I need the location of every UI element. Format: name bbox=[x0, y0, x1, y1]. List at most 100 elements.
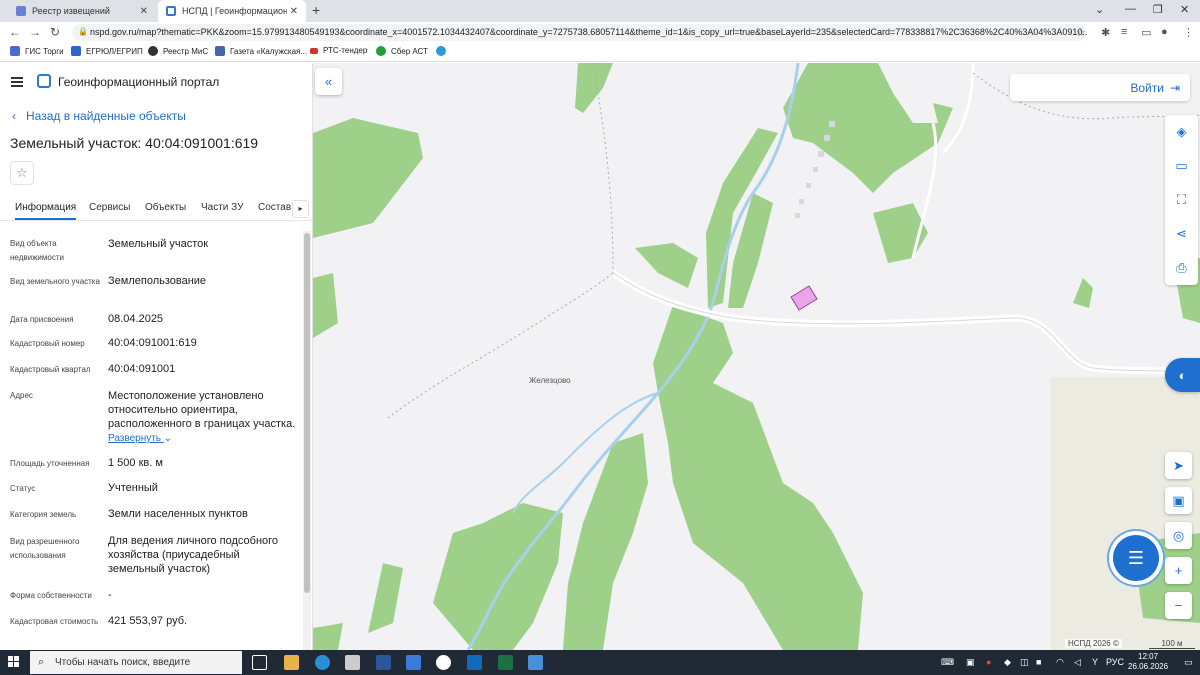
field-value: - bbox=[108, 589, 112, 601]
calculator-icon[interactable] bbox=[528, 655, 543, 670]
back-arrow-icon[interactable]: ← bbox=[9, 25, 21, 39]
new-tab-icon[interactable]: + bbox=[312, 2, 320, 18]
bookmark-egrul[interactable]: ЕГРЮЛ/ЕГРИП bbox=[71, 46, 143, 56]
bookmark-extra[interactable] bbox=[436, 46, 451, 56]
playlist-icon[interactable]: ≡ bbox=[1121, 26, 1127, 38]
bookmark-rts-tender[interactable]: РТС-тендер bbox=[310, 46, 367, 55]
profile-avatar-icon[interactable]: ● bbox=[1161, 26, 1168, 38]
close-window-icon[interactable]: ✕ bbox=[1180, 3, 1189, 16]
forest-patch bbox=[313, 118, 423, 238]
field-value: Землепользование bbox=[108, 275, 207, 287]
tray-app-icon[interactable]: ▣ bbox=[966, 657, 975, 668]
bookmark-gazeta[interactable]: Газета «Калужская... bbox=[215, 46, 307, 56]
tray-app-icon[interactable]: ■ bbox=[1036, 657, 1041, 667]
minimize-icon[interactable]: — bbox=[1125, 3, 1136, 15]
map-canvas[interactable]: « Железцово Войти ⇥ ◈ ▭ ⛶ ⋖ ⎙ ◐ ➤ ▣ ◎ + … bbox=[313, 63, 1200, 650]
tab-services[interactable]: Сервисы bbox=[89, 202, 130, 213]
excel-icon[interactable] bbox=[498, 655, 513, 670]
opera-icon[interactable]: ● bbox=[986, 657, 991, 667]
sidebar-icon[interactable]: ▭ bbox=[1141, 26, 1151, 39]
field-value: Для ведения личного подсобного хозяйства… bbox=[108, 535, 279, 575]
hamburger-menu-icon[interactable] bbox=[11, 77, 23, 87]
extensions-icon[interactable]: ✱ bbox=[1101, 26, 1110, 39]
expand-address-link[interactable]: Развернуть ⌄ bbox=[108, 433, 172, 444]
mail-icon[interactable] bbox=[406, 655, 421, 670]
chevron-down-icon[interactable]: ⌄ bbox=[1095, 3, 1104, 16]
browser-tab-title: Реестр извещений bbox=[32, 6, 110, 16]
clock[interactable]: 12:07 26.06.2026 bbox=[1128, 652, 1168, 672]
aerial-view-icon[interactable]: ◐ bbox=[1165, 358, 1200, 392]
chevron-down-icon: ⌄ bbox=[163, 433, 173, 444]
collapse-panel-button[interactable]: « bbox=[315, 68, 342, 95]
tab-information[interactable]: Информация bbox=[15, 202, 77, 220]
tray-app-icon[interactable]: ◫ bbox=[1020, 657, 1029, 668]
chat-assistant-icon[interactable]: ☰ bbox=[1113, 535, 1159, 581]
bookmark-star-icon[interactable]: ☆ bbox=[1076, 26, 1086, 39]
share-icon[interactable]: ⋖ bbox=[1165, 217, 1198, 251]
browser-tab-strip: Реестр извещений ✕ НСПД | Геоинформацион… bbox=[0, 0, 1200, 22]
bookmark-reestr-mis[interactable]: Реестр МиС bbox=[148, 46, 208, 56]
forward-arrow-icon[interactable]: → bbox=[29, 25, 41, 39]
url-field[interactable]: 🔒 nspd.gov.ru/map?thematic=PKK&zoom=15.9… bbox=[72, 24, 1087, 41]
bookmark-sber-ast[interactable]: Сбер АСТ bbox=[376, 46, 428, 56]
notifications-icon[interactable]: ▭ bbox=[1184, 657, 1193, 668]
tab-objects[interactable]: Объекты bbox=[145, 202, 186, 213]
outlook-icon[interactable] bbox=[467, 655, 482, 670]
favorite-star-button[interactable]: ☆ bbox=[10, 161, 34, 185]
keyboard-icon[interactable]: ⌨ bbox=[941, 657, 954, 668]
layers-icon[interactable]: ◈ bbox=[1165, 115, 1198, 149]
field-label: Кадастровый квартал bbox=[10, 365, 91, 374]
locate-icon[interactable]: ◎ bbox=[1165, 522, 1192, 549]
task-view-icon[interactable] bbox=[252, 655, 267, 670]
forest-patch bbox=[728, 193, 773, 308]
forest-patch bbox=[635, 243, 698, 288]
select-area-icon[interactable]: ⛶ bbox=[1165, 183, 1198, 217]
boundary-line bbox=[387, 272, 614, 419]
browser-tab-nspd[interactable]: НСПД | Геоинформационный п ✕ bbox=[158, 0, 306, 22]
file-explorer-icon[interactable] bbox=[284, 655, 299, 670]
close-tab-icon[interactable]: ✕ bbox=[290, 6, 298, 17]
field-value: Земельный участок bbox=[108, 238, 209, 250]
wifi-icon[interactable]: ◠ bbox=[1056, 657, 1064, 668]
panel-scrollbar[interactable] bbox=[303, 231, 311, 650]
close-tab-icon[interactable]: ✕ bbox=[140, 6, 148, 17]
selected-parcel[interactable] bbox=[790, 285, 818, 311]
edge-browser-icon[interactable] bbox=[315, 655, 330, 670]
store-icon[interactable] bbox=[345, 655, 360, 670]
zoom-out-button[interactable]: − bbox=[1165, 592, 1192, 619]
taskbar-search-input[interactable]: ⌕ Чтобы начать поиск, введите bbox=[30, 651, 242, 674]
field-label: Площадь уточненная bbox=[10, 459, 90, 468]
browser-tab-registry[interactable]: Реестр извещений ✕ bbox=[8, 0, 156, 22]
navigate-arrow-icon[interactable]: ➤ bbox=[1165, 452, 1192, 479]
windows-start-icon[interactable] bbox=[8, 656, 20, 668]
map-credits: НСПД 2026 © bbox=[1065, 639, 1122, 648]
restore-icon[interactable]: ❐ bbox=[1153, 3, 1163, 16]
tab-parts[interactable]: Части ЗУ bbox=[201, 202, 243, 213]
chrome-icon[interactable] bbox=[436, 655, 451, 670]
field-label: Адрес bbox=[10, 391, 33, 400]
language-indicator[interactable]: РУС bbox=[1106, 657, 1124, 667]
more-menu-icon[interactable]: ⋮ bbox=[1183, 26, 1194, 39]
volume-icon[interactable]: ◁ bbox=[1074, 657, 1081, 668]
globe-icon bbox=[436, 46, 446, 56]
login-button[interactable]: Войти ⇥ bbox=[1010, 74, 1190, 101]
tabs-next-arrow-button[interactable]: ▸ bbox=[292, 200, 309, 218]
building bbox=[829, 121, 835, 127]
building bbox=[806, 183, 811, 188]
sber-ast-icon bbox=[376, 46, 386, 56]
field-label: Дата присвоения bbox=[10, 315, 74, 324]
scrollbar-thumb[interactable] bbox=[304, 233, 310, 593]
field-value: 421 553,97 руб. bbox=[108, 615, 188, 627]
word-icon[interactable] bbox=[376, 655, 391, 670]
reload-icon[interactable]: ↻ bbox=[50, 25, 60, 39]
ruler-icon[interactable]: ▭ bbox=[1165, 149, 1198, 183]
zoom-in-button[interactable]: + bbox=[1165, 557, 1192, 584]
bookmark-gis-torgi[interactable]: ГИС Торги bbox=[10, 46, 64, 56]
minimap-icon[interactable]: ▣ bbox=[1165, 487, 1192, 514]
back-to-results-link[interactable]: ‹ Назад в найденные объекты bbox=[12, 109, 186, 123]
bookmarks-bar: ГИС Торги ЕГРЮЛ/ЕГРИП Реестр МиС Газета … bbox=[0, 43, 1200, 62]
tab-composition[interactable]: Состав bbox=[258, 202, 291, 213]
print-icon[interactable]: ⎙ bbox=[1165, 251, 1198, 285]
yandex-icon[interactable]: Y bbox=[1092, 657, 1098, 667]
tray-app-icon[interactable]: ◆ bbox=[1004, 657, 1011, 668]
